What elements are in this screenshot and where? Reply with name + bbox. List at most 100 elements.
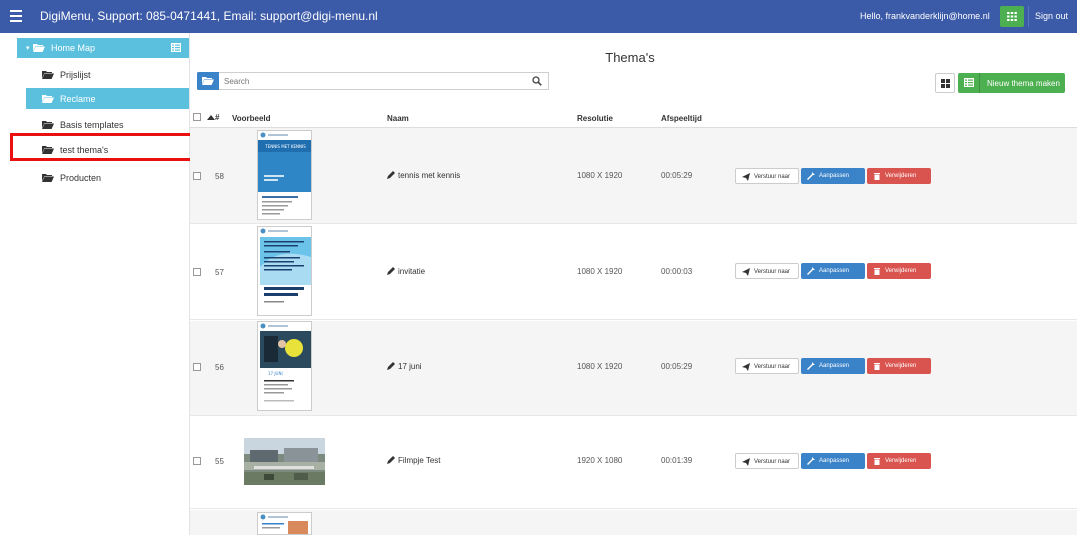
list-icon	[964, 78, 974, 87]
delete-button[interactable]: Verwijderen	[867, 168, 931, 184]
delete-button[interactable]: Verwijderen	[867, 358, 931, 374]
send-button[interactable]: Verstuur naar	[735, 453, 799, 469]
row-name[interactable]: 17 juni	[387, 362, 422, 371]
table-row[interactable]	[190, 510, 1077, 535]
preview-thumbnail[interactable]	[244, 438, 325, 485]
preview-thumbnail[interactable]: TENNIS MET KENNIS	[257, 130, 312, 220]
preview-image	[258, 513, 311, 534]
new-theme-label: Nieuw thema maken	[987, 79, 1060, 88]
new-theme-button[interactable]: Nieuw thema maken	[958, 73, 1065, 93]
sign-out-button[interactable]: Sign out	[1028, 6, 1074, 27]
edit-button[interactable]: Aanpassen	[801, 453, 865, 469]
sidebar-item-basis-templates[interactable]: Basis templates	[26, 114, 189, 135]
preview-thumbnail[interactable]	[257, 512, 312, 535]
id-column-label: #	[215, 113, 220, 122]
edit-button[interactable]: Aanpassen	[801, 358, 865, 374]
row-duration: 00:05:29	[661, 362, 693, 371]
preview-image: 17 JUNI	[258, 322, 311, 410]
list-icon[interactable]	[171, 43, 181, 52]
row-name-label: Filmpje Test	[398, 456, 441, 465]
row-name-label: invitatie	[398, 267, 426, 276]
preview-thumbnail[interactable]: 17 JUNI	[257, 321, 312, 411]
folder-button[interactable]	[197, 72, 219, 90]
wrench-icon	[807, 267, 815, 275]
thumbnail-headline: TENNIS MET KENNIS	[264, 144, 306, 149]
wrench-icon	[807, 457, 815, 465]
sort-column-header[interactable]: #	[207, 113, 219, 122]
caret-down-icon[interactable]: ▾	[26, 44, 30, 52]
row-name[interactable]: Filmpje Test	[387, 456, 441, 465]
search-input[interactable]	[224, 74, 524, 88]
row-resolution: 1080 X 1920	[577, 362, 623, 371]
thumbnail-label: 17 JUNI	[268, 371, 283, 376]
sidebar-item-prijslijst[interactable]: Prijslijst	[26, 64, 189, 85]
trash-icon	[874, 268, 880, 275]
row-id: 55	[215, 457, 224, 466]
folder-open-icon	[33, 43, 45, 54]
top-bar: DigiMenu, Support: 085-0471441, Email: s…	[0, 0, 1077, 33]
pencil-icon	[387, 456, 395, 464]
send-label: Verstuur naar	[754, 269, 791, 275]
pencil-icon	[387, 267, 395, 275]
sidebar: ▾ Home Map Prijslijst Reclame Basis temp…	[0, 33, 190, 535]
column-header-preview: Voorbeeld	[232, 114, 271, 123]
search-bar	[197, 72, 549, 90]
row-name[interactable]: invitatie	[387, 267, 425, 276]
sidebar-item-label: Basis templates	[60, 120, 124, 130]
table-row[interactable]: 58 tennis met kennis 1080 X 1920 00:05:2…	[190, 128, 1077, 224]
send-button[interactable]: Verstuur naar	[735, 263, 799, 279]
edit-button[interactable]: Aanpassen	[801, 168, 865, 184]
row-name-label: 17 juni	[398, 362, 422, 371]
trash-icon	[874, 363, 880, 370]
delete-button[interactable]: Verwijderen	[867, 453, 931, 469]
preview-image: TENNIS MET KENNIS	[258, 131, 311, 219]
edit-label: Aanpassen	[819, 363, 850, 369]
edit-label: Aanpassen	[819, 458, 850, 464]
folder-open-icon	[42, 94, 54, 105]
row-name-label: tennis met kennis	[398, 171, 461, 180]
send-label: Verstuur naar	[754, 174, 791, 180]
send-label: Verstuur naar	[754, 364, 791, 370]
sidebar-item-label: Prijslijst	[60, 70, 91, 80]
sidebar-item-reclame[interactable]: Reclame	[26, 88, 189, 109]
select-all-checkbox[interactable]	[193, 113, 201, 121]
row-id: 58	[215, 172, 224, 181]
preview-thumbnail[interactable]	[257, 226, 312, 316]
trash-icon	[874, 458, 880, 465]
send-button[interactable]: Verstuur naar	[735, 168, 799, 184]
row-checkbox[interactable]	[193, 172, 201, 180]
table-header: # Voorbeeld Naam Resolutie Afspeeltijd	[190, 108, 1077, 128]
folder-open-icon	[42, 120, 54, 131]
row-name[interactable]: tennis met kennis	[387, 171, 460, 180]
edit-label: Aanpassen	[819, 173, 850, 179]
row-resolution: 1080 X 1920	[577, 171, 623, 180]
send-icon	[742, 458, 750, 466]
grid-view-button[interactable]	[935, 73, 955, 93]
column-header-resolution: Resolutie	[577, 114, 614, 123]
row-checkbox[interactable]	[193, 268, 201, 276]
send-icon	[742, 173, 750, 181]
search-icon[interactable]	[532, 76, 542, 86]
send-button[interactable]: Verstuur naar	[735, 358, 799, 374]
delete-button[interactable]: Verwijderen	[867, 263, 931, 279]
grid-icon	[941, 79, 950, 88]
sidebar-item-producten[interactable]: Producten	[26, 167, 189, 188]
send-icon	[742, 363, 750, 371]
row-checkbox[interactable]	[193, 457, 201, 465]
page-title: Thema's	[605, 50, 655, 65]
apps-grid-button[interactable]	[1000, 6, 1024, 27]
preview-image	[244, 438, 325, 485]
edit-button[interactable]: Aanpassen	[801, 263, 865, 279]
table-row[interactable]: 57 invitatie 1080 X 1920 00:00:03 Verstu…	[190, 225, 1077, 320]
send-icon	[742, 268, 750, 276]
row-id: 57	[215, 268, 224, 277]
delete-label: Verwijderen	[885, 173, 917, 179]
menu-icon[interactable]	[10, 10, 22, 22]
table-row[interactable]: 56 17 juni 1080 X 1920 00:05:29 Verstuur…	[190, 321, 1077, 416]
sidebar-root-home-map[interactable]: ▾ Home Map	[17, 38, 189, 58]
preview-image	[258, 227, 311, 315]
row-checkbox[interactable]	[193, 363, 201, 371]
delete-label: Verwijderen	[885, 268, 917, 274]
app-title: DigiMenu, Support: 085-0471441, Email: s…	[40, 9, 378, 23]
annotation-highlight-box	[10, 133, 193, 161]
